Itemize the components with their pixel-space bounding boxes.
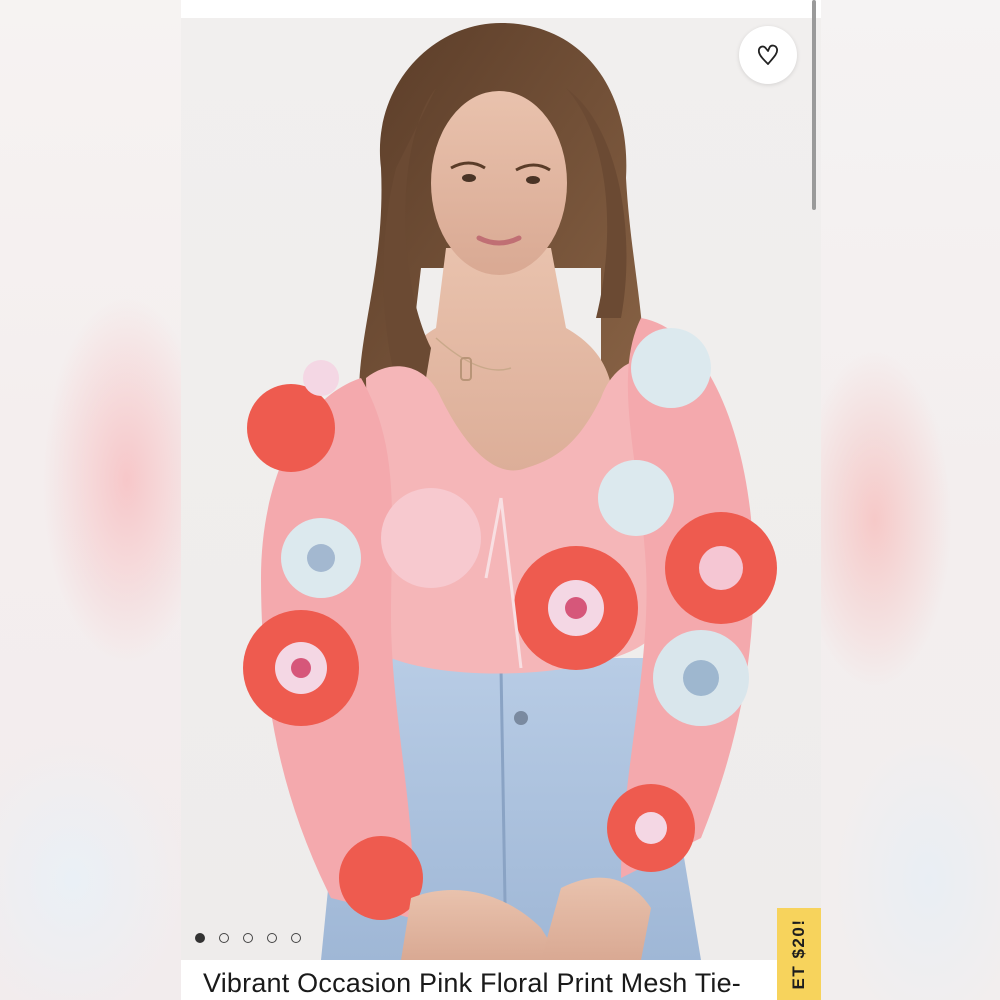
image-carousel-dots — [195, 933, 301, 943]
carousel-dot[interactable] — [219, 933, 229, 943]
scrollbar[interactable] — [812, 0, 816, 210]
promo-tab[interactable]: ET $20! — [777, 908, 821, 1000]
heart-icon — [757, 44, 779, 65]
product-title: Vibrant Occasion Pink Floral Print Mesh … — [203, 968, 742, 998]
carousel-dot[interactable] — [243, 933, 253, 943]
product-image[interactable] — [181, 18, 821, 960]
carousel-dot[interactable] — [267, 933, 277, 943]
carousel-dot[interactable] — [195, 933, 205, 943]
carousel-dot[interactable] — [291, 933, 301, 943]
promo-label: ET $20! — [789, 918, 808, 990]
product-photo-illustration — [243, 23, 777, 960]
blurred-backdrop-left — [0, 0, 181, 1000]
wishlist-button[interactable] — [739, 26, 797, 84]
product-screen: ET $20! Vibrant Occasion Pink Floral Pri… — [181, 0, 821, 1000]
blurred-backdrop-right — [821, 0, 1000, 1000]
